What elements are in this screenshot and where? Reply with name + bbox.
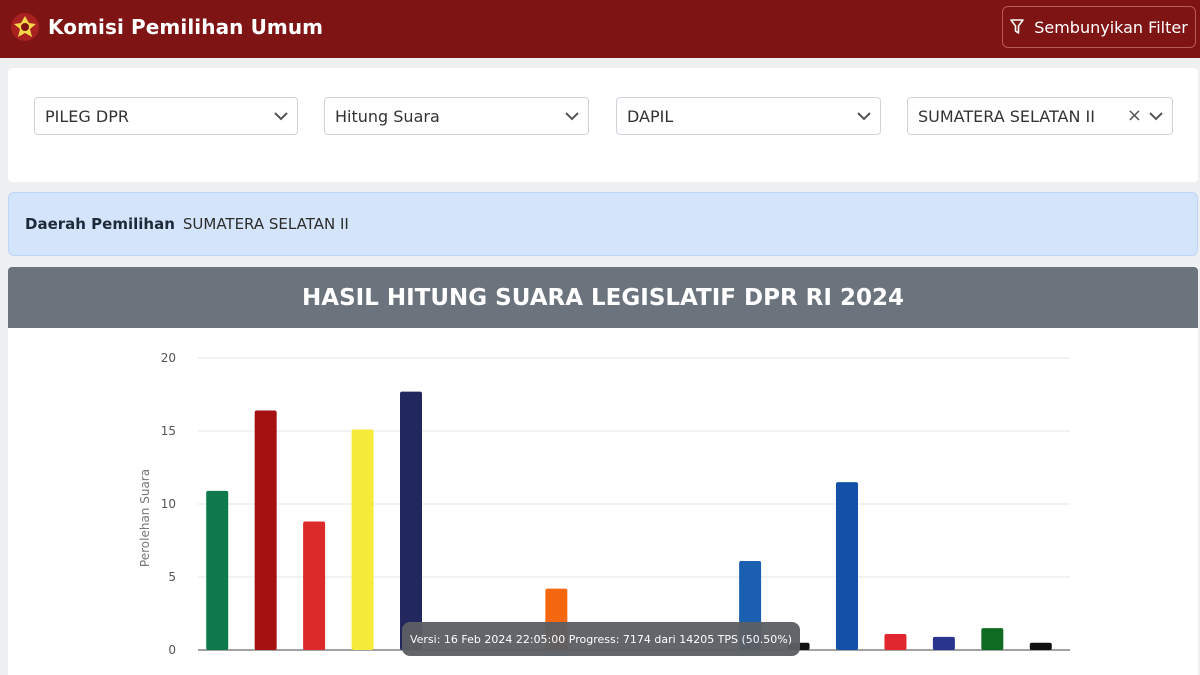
chart-bar[interactable] bbox=[254, 410, 277, 650]
y-tick-label: 10 bbox=[161, 497, 176, 511]
dapil-label: Daerah Pemilihan bbox=[25, 215, 175, 233]
y-tick-label: 5 bbox=[168, 570, 176, 584]
brand[interactable]: Komisi Pemilihan Umum bbox=[10, 10, 323, 44]
filter-icon bbox=[1010, 19, 1025, 34]
dapil-select[interactable]: SUMATERA SELATAN II × bbox=[907, 97, 1173, 135]
dapil-value: SUMATERA SELATAN II bbox=[182, 215, 349, 233]
chart-bar[interactable] bbox=[400, 391, 422, 650]
election-type-value: PILEG DPR bbox=[45, 106, 129, 126]
toggle-filter-button[interactable]: Sembunyikan Filter bbox=[1002, 6, 1196, 48]
chevron-down-icon bbox=[857, 112, 871, 121]
dapil-select-value: SUMATERA SELATAN II bbox=[918, 106, 1095, 126]
filter-panel: PILEG DPR Hitung Suara DAPIL SUMATERA SE… bbox=[8, 68, 1198, 182]
chevron-down-icon bbox=[274, 112, 288, 121]
chart-bar[interactable] bbox=[1029, 642, 1052, 650]
chart-card: HASIL HITUNG SUARA LEGISLATIF DPR RI 202… bbox=[8, 267, 1198, 675]
chart-bar[interactable] bbox=[884, 633, 907, 650]
chevron-down-icon bbox=[565, 112, 579, 121]
y-tick-label: 20 bbox=[161, 351, 176, 365]
tooltip-text: Versi: 16 Feb 2024 22:05:00 Progress: 71… bbox=[409, 632, 793, 646]
kpu-logo-icon bbox=[11, 13, 39, 41]
chart-bar[interactable] bbox=[836, 482, 858, 650]
y-tick-label: 15 bbox=[161, 424, 176, 438]
clear-selection-icon[interactable]: × bbox=[1127, 107, 1142, 125]
y-tick-label: 0 bbox=[168, 643, 176, 657]
chart-tooltip: Versi: 16 Feb 2024 22:05:00 Progress: 71… bbox=[402, 622, 800, 656]
chart-bar[interactable] bbox=[303, 521, 326, 650]
app-title: Komisi Pemilihan Umum bbox=[48, 15, 324, 39]
chart-bar[interactable] bbox=[351, 429, 374, 650]
data-type-select[interactable]: Hitung Suara bbox=[324, 97, 589, 135]
chevron-down-icon bbox=[1149, 112, 1163, 121]
chart-bar[interactable] bbox=[932, 636, 955, 650]
toggle-filter-label: Sembunyikan Filter bbox=[1034, 17, 1188, 37]
dapil-info-bar: Daerah Pemilihan SUMATERA SELATAN II bbox=[8, 192, 1198, 256]
y-axis-label: Perolehan Suara bbox=[138, 469, 152, 567]
top-navbar: Komisi Pemilihan Umum Sembunyikan Filter bbox=[0, 0, 1200, 58]
chart-title: HASIL HITUNG SUARA LEGISLATIF DPR RI 202… bbox=[8, 267, 1198, 328]
data-type-value: Hitung Suara bbox=[335, 106, 440, 126]
region-level-value: DAPIL bbox=[627, 106, 674, 126]
election-type-select[interactable]: PILEG DPR bbox=[34, 97, 298, 135]
chart-bar[interactable] bbox=[206, 490, 229, 650]
region-level-select[interactable]: DAPIL bbox=[616, 97, 881, 135]
chart-bar[interactable] bbox=[981, 628, 1004, 650]
